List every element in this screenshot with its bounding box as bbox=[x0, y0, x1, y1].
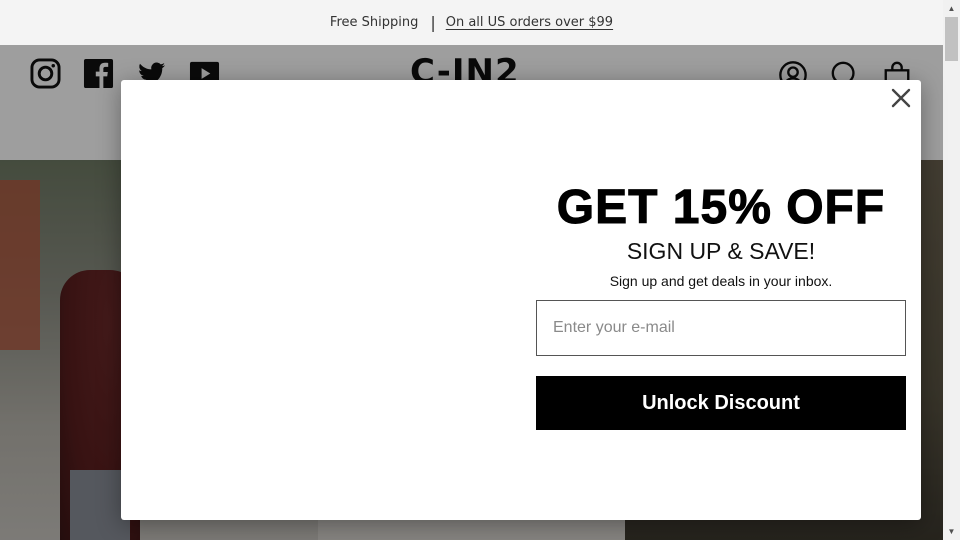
popup-description: Sign up and get deals in your inbox. bbox=[609, 273, 833, 289]
unlock-discount-button[interactable]: Unlock Discount bbox=[536, 376, 906, 430]
close-icon bbox=[891, 88, 911, 108]
announcement-link[interactable]: On all US orders over $99 bbox=[446, 15, 613, 30]
announcement-bar: Free Shipping | On all US orders over $9… bbox=[0, 0, 943, 45]
announcement-text: Free Shipping bbox=[329, 15, 419, 30]
scrollbar-thumb[interactable] bbox=[945, 17, 958, 61]
scroll-down-arrow-icon[interactable]: ▼ bbox=[943, 523, 960, 540]
discount-popup: GET 15% OFF SIGN UP & SAVE! Sign up and … bbox=[121, 80, 921, 520]
scroll-up-arrow-icon[interactable]: ▲ bbox=[943, 0, 960, 17]
announcement-separator: | bbox=[430, 13, 436, 32]
email-field[interactable] bbox=[536, 300, 906, 356]
close-button[interactable] bbox=[889, 86, 913, 110]
page-scrollbar[interactable]: ▲ ▼ bbox=[943, 0, 960, 540]
popup-headline: GET 15% OFF bbox=[556, 181, 886, 234]
popup-subheadline: SIGN UP & SAVE! bbox=[626, 238, 816, 264]
